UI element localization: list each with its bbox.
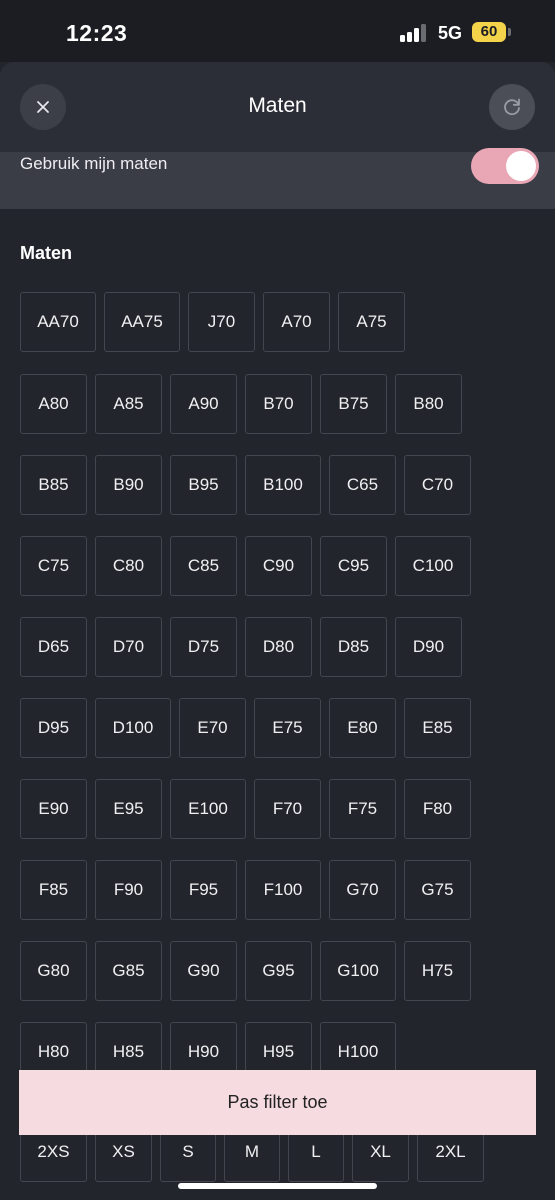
size-option-e75[interactable]: E75 (254, 698, 321, 758)
size-option-b80[interactable]: B80 (395, 374, 462, 434)
size-option-g85[interactable]: G85 (95, 941, 162, 1001)
size-option-b85[interactable]: B85 (20, 455, 87, 515)
toggle-knob (506, 151, 536, 181)
network-type: 5G (438, 23, 463, 43)
size-option-b90[interactable]: B90 (95, 455, 162, 515)
size-option-f80[interactable]: F80 (404, 779, 471, 839)
status-bar: 12:23 5G 60 (0, 0, 555, 62)
size-option-a85[interactable]: A85 (95, 374, 162, 434)
signal-icon (400, 24, 430, 42)
sheet-header: Maten (0, 62, 555, 152)
size-option-d95[interactable]: D95 (20, 698, 87, 758)
size-option-c85[interactable]: C85 (170, 536, 237, 596)
size-option-c75[interactable]: C75 (20, 536, 87, 596)
size-option-e95[interactable]: E95 (95, 779, 162, 839)
size-option-a80[interactable]: A80 (20, 374, 87, 434)
filter-sheet: 12:23 5G 60 Maten Gebruik mijn maten Mat… (0, 0, 555, 1200)
size-option-d80[interactable]: D80 (245, 617, 312, 677)
size-option-c65[interactable]: C65 (329, 455, 396, 515)
use-my-sizes-toggle[interactable] (471, 148, 539, 184)
sizes-section-title: Maten (20, 243, 73, 263)
size-option-e100[interactable]: E100 (170, 779, 246, 839)
size-option-j70[interactable]: J70 (188, 292, 255, 352)
size-option-b100[interactable]: B100 (245, 455, 321, 515)
reset-button[interactable] (489, 84, 535, 130)
size-option-b70[interactable]: B70 (245, 374, 312, 434)
size-option-g75[interactable]: G75 (404, 860, 471, 920)
size-option-g70[interactable]: G70 (329, 860, 396, 920)
size-option-f90[interactable]: F90 (95, 860, 162, 920)
size-option-c95[interactable]: C95 (320, 536, 387, 596)
battery-icon: 60 (472, 22, 506, 42)
status-time: 12:23 (66, 20, 128, 46)
use-my-sizes-row: Gebruik mijn maten (0, 148, 555, 209)
battery-nub (508, 28, 511, 36)
size-option-g90[interactable]: G90 (170, 941, 237, 1001)
size-option-c80[interactable]: C80 (95, 536, 162, 596)
size-option-aa75[interactable]: AA75 (104, 292, 180, 352)
apply-filter-button[interactable]: Pas filter toe (19, 1070, 536, 1135)
size-option-f95[interactable]: F95 (170, 860, 237, 920)
size-option-g95[interactable]: G95 (245, 941, 312, 1001)
use-my-sizes-label: Gebruik mijn maten (20, 154, 168, 173)
size-option-d65[interactable]: D65 (20, 617, 87, 677)
size-option-d70[interactable]: D70 (95, 617, 162, 677)
size-option-b75[interactable]: B75 (320, 374, 387, 434)
size-option-e80[interactable]: E80 (329, 698, 396, 758)
refresh-icon (504, 98, 520, 116)
size-option-d75[interactable]: D75 (170, 617, 237, 677)
size-option-e90[interactable]: E90 (20, 779, 87, 839)
size-option-d90[interactable]: D90 (395, 617, 462, 677)
size-option-f100[interactable]: F100 (245, 860, 321, 920)
size-option-a90[interactable]: A90 (170, 374, 237, 434)
size-option-b95[interactable]: B95 (170, 455, 237, 515)
size-option-c100[interactable]: C100 (395, 536, 471, 596)
size-option-a70[interactable]: A70 (263, 292, 330, 352)
size-option-g80[interactable]: G80 (20, 941, 87, 1001)
home-indicator (178, 1183, 377, 1189)
size-option-e70[interactable]: E70 (179, 698, 246, 758)
size-option-aa70[interactable]: AA70 (20, 292, 96, 352)
size-option-c90[interactable]: C90 (245, 536, 312, 596)
size-option-a75[interactable]: A75 (338, 292, 405, 352)
size-option-f75[interactable]: F75 (329, 779, 396, 839)
size-option-g100[interactable]: G100 (320, 941, 396, 1001)
size-option-f85[interactable]: F85 (20, 860, 87, 920)
size-option-h75[interactable]: H75 (404, 941, 471, 1001)
page-title: Maten (248, 94, 307, 117)
size-option-f70[interactable]: F70 (254, 779, 321, 839)
size-option-d85[interactable]: D85 (320, 617, 387, 677)
size-option-e85[interactable]: E85 (404, 698, 471, 758)
size-option-c70[interactable]: C70 (404, 455, 471, 515)
size-option-d100[interactable]: D100 (95, 698, 171, 758)
